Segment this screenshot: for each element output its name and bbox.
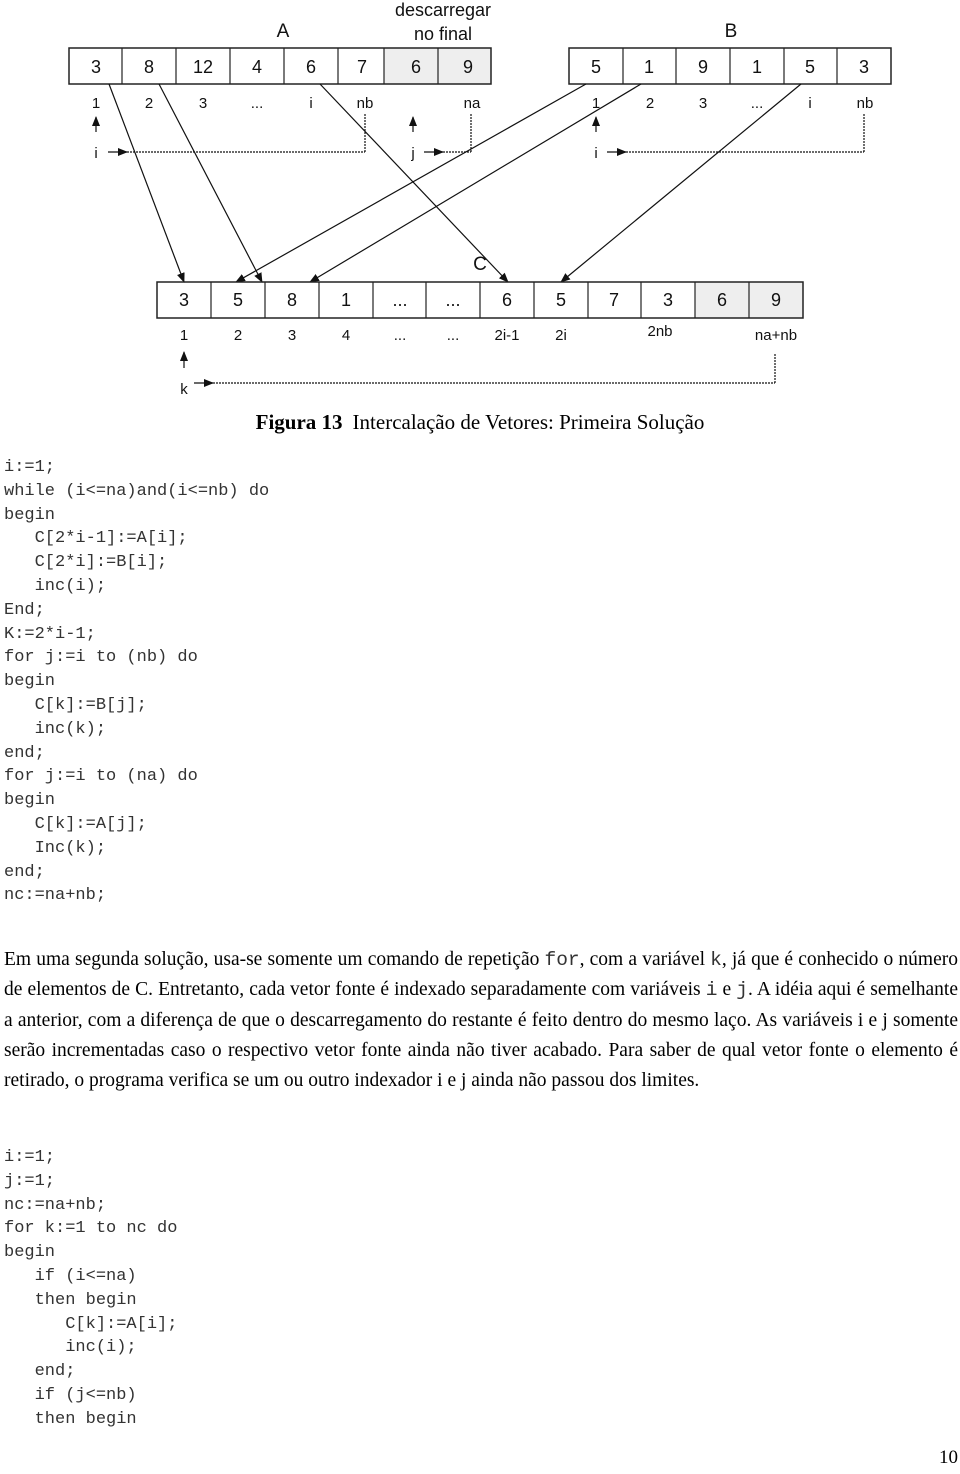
pointer-j-a: j [410,145,414,162]
code-var-j: j [736,979,748,1002]
vector-a-index: nb [357,95,374,112]
vector-b-index: ... [751,95,764,112]
vector-a-index: ... [251,95,264,112]
pointer-i-b: i [594,145,597,162]
vector-b: 5 1 9 1 5 3 1 2 3 ... i nb [568,47,892,112]
vector-b-cell: 1 [752,57,762,77]
vector-c-cell: 5 [233,290,243,310]
vector-a: 3 8 12 4 6 7 6 9 1 2 3 ... i nb na [68,47,492,112]
vector-a-cell: 9 [463,57,473,77]
vector-c-cell: 3 [663,290,673,310]
code-var-k: k [710,949,722,971]
code-var-i: i [705,979,718,1002]
vector-a-index: 1 [92,95,100,112]
mapping-arrows [108,83,802,283]
vector-a-index: na [464,95,481,112]
vector-c-cell: 9 [771,290,781,310]
vector-b-index: nb [857,95,874,112]
figure-number: Figura 13 [255,410,343,434]
text: Em uma segunda solução, usa-se somente u… [4,949,545,970]
vector-c-index: 2i [555,327,567,344]
annotation-descarregar: descarregar [395,0,491,20]
vector-c-index: 4 [342,327,350,344]
pointer-k: k [180,381,188,398]
intercalation-diagram: A descarregar no final B C 3 8 12 4 6 7 … [68,0,892,398]
vector-c-index: ... [394,327,407,344]
vector-c-index: 2 [234,327,242,344]
annotation-no-final: no final [414,24,472,44]
vector-c-cell: 6 [717,290,727,310]
body-paragraph: Em uma segunda solução, usa-se somente u… [4,945,958,1096]
vector-b-cell: 9 [698,57,708,77]
vector-a-cell: 4 [252,57,262,77]
vector-c-index: na+nb [755,327,797,344]
vector-c: 3 5 8 1 ... ... 6 5 7 3 6 9 1 2 3 4 ... … [156,281,804,344]
vector-b-label: B [725,21,738,42]
vector-a-index: 3 [199,95,207,112]
vector-c-cell: 3 [179,290,189,310]
vector-a-cell: 3 [91,57,101,77]
pointer-markers-bottom [180,351,776,387]
vector-c-index: 2nb [647,323,672,340]
vector-c-cell: ... [445,290,460,310]
text: , com a variável [579,949,711,970]
vector-b-cell: 5 [805,57,815,77]
vector-b-index: i [808,95,811,112]
vector-c-cell: ... [392,290,407,310]
vector-c-index: 2i-1 [494,327,519,344]
figure-caption-text: Intercalação de Vetores: Primeira Soluçã… [352,410,705,434]
vector-c-index: 3 [288,327,296,344]
code-block-second-solution: i:=1; j:=1; nc:=na+nb; for k:=1 to nc do… [4,1148,178,1429]
vector-b-index: 2 [646,95,654,112]
vector-c-index: 1 [180,327,188,344]
vector-c-cell: 6 [502,290,512,310]
vector-a-cell: 12 [193,57,213,77]
text: e [717,979,737,1001]
vector-a-index: 2 [145,95,153,112]
pointer-i-a: i [94,145,97,162]
vector-c-cell: 8 [287,290,297,310]
vector-b-index: 3 [699,95,707,112]
vector-a-cell: 6 [306,57,316,77]
vector-a-cell: 7 [357,57,367,77]
code-keyword-for: for [544,949,580,971]
vector-c-cell: 5 [556,290,566,310]
vector-a-index: i [309,95,312,112]
page-number: 10 [939,1447,958,1468]
code-block-first-solution: i:=1; while (i<=na)and(i<=nb) do begin C… [4,458,270,906]
vector-c-index: ... [447,327,460,344]
vector-a-label: A [277,21,290,42]
vector-b-cell: 3 [859,57,869,77]
vector-c-cell: 1 [341,290,351,310]
vector-c-cell: 7 [609,290,619,310]
figure-caption: Figura 13 Intercalação de Vetores: Primei… [0,410,960,435]
vector-b-cell: 1 [644,57,654,77]
vector-a-cell: 8 [144,57,154,77]
vector-a-cell: 6 [411,57,421,77]
pointer-markers-top [92,113,865,156]
vector-b-cell: 5 [591,57,601,77]
